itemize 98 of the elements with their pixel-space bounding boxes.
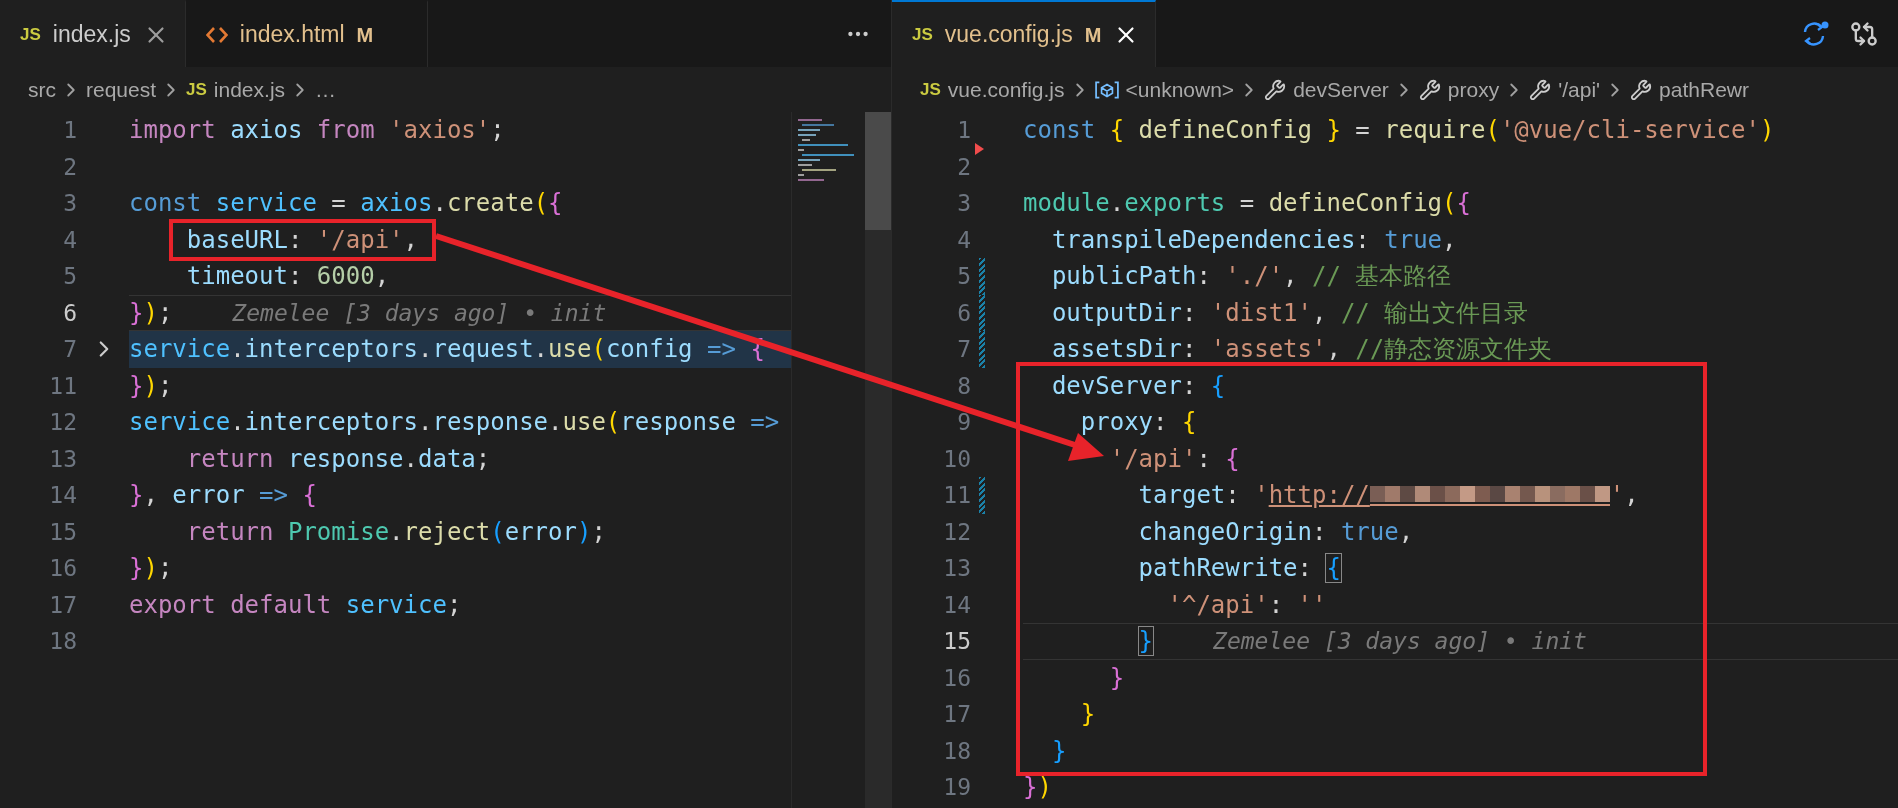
line-number: 10	[942, 444, 971, 474]
code-line: assetsDir: 'assets', //静态资源文件夹	[1051, 335, 1553, 364]
code-line: }	[1051, 736, 1067, 765]
line-number: 15	[48, 517, 77, 547]
line-number: 2	[956, 152, 971, 182]
breadcrumb-item[interactable]: pathRewr	[1630, 73, 1749, 106]
line-number: 1	[62, 116, 77, 145]
code-line: publicPath: './', // 基本路径	[1051, 262, 1452, 291]
code-line: }	[1138, 627, 1154, 656]
code-line: baseURL: '/api',	[186, 225, 418, 254]
change-marker	[979, 477, 985, 514]
line-number: 16	[942, 663, 971, 693]
code-line: '^/api': ''	[1167, 590, 1327, 619]
deleted-marker-icon	[975, 142, 984, 155]
line-number: 5	[62, 262, 77, 291]
line-number: 16	[48, 554, 77, 583]
breadcrumb-item[interactable]: JS vue.config.js	[920, 73, 1065, 106]
line-number: 12	[942, 517, 971, 547]
breadcrumb-item[interactable]: …	[315, 73, 337, 106]
line-number: 2	[62, 152, 77, 182]
line-number: 11	[942, 481, 971, 510]
line-number: 3	[956, 189, 971, 218]
code-line: '/api': {	[1109, 444, 1240, 473]
blame-annotation: Zemelee [3 days ago] • init	[232, 298, 607, 327]
breadcrumb-item[interactable]: <unknown>	[1094, 73, 1235, 106]
js-file-icon: JS	[920, 81, 941, 98]
line-number: 15	[942, 627, 971, 656]
code-line: import axios from 'axios';	[129, 116, 505, 145]
line-number: 12	[48, 408, 77, 437]
line-number: 13	[942, 554, 971, 583]
code-line: });	[129, 371, 173, 400]
variable-icon	[1094, 79, 1119, 100]
code-line: pathRewrite: {	[1138, 554, 1341, 583]
code-line: proxy: {	[1080, 408, 1197, 437]
breadcrumb-item[interactable]: src	[28, 73, 56, 106]
code-line: return Promise.reject(error);	[186, 517, 606, 546]
line-number: 5	[956, 262, 971, 291]
code-line: ',	[1609, 481, 1639, 510]
tab-label: vue.config.js	[944, 20, 1073, 50]
line-number: 4	[62, 225, 77, 255]
code-line: module.exports = defineConfig({	[1023, 189, 1471, 218]
modified-indicator-label: M	[356, 22, 374, 48]
code-line: service.interceptors.response.use(response =>	[129, 408, 780, 437]
line-number: 18	[48, 627, 77, 656]
breadcrumb-item[interactable]: devServer	[1264, 73, 1389, 106]
code-line: changeOrigin: true,	[1138, 517, 1414, 546]
code-line: })	[1023, 773, 1052, 802]
breadcrumb-item[interactable]: JS index.js	[186, 73, 286, 106]
tab-label: index.js	[52, 20, 131, 50]
line-number: 9	[956, 408, 971, 437]
line-number: 4	[956, 225, 971, 255]
code-line: }	[1080, 700, 1096, 729]
scrollbar-thumb[interactable]	[865, 112, 891, 230]
line-number: 8	[956, 371, 971, 401]
js-file-icon: JS	[912, 26, 933, 43]
js-file-icon: JS	[186, 81, 207, 98]
code-line: export default service;	[129, 590, 462, 619]
breadcrumb-item[interactable]: request	[86, 73, 157, 106]
editor-tab[interactable]: JS index.js	[0, 0, 186, 67]
line-number: 19	[942, 773, 971, 802]
code-line: }	[1109, 663, 1125, 692]
tab-label: index.html	[239, 20, 345, 50]
line-number: 13	[48, 444, 77, 474]
code-line: });	[129, 554, 173, 583]
line-number: 3	[62, 189, 77, 218]
wrench-icon	[1529, 78, 1552, 101]
blame-annotation: Zemelee [3 days ago] • init	[1213, 627, 1587, 656]
line-number: 14	[48, 481, 77, 510]
editor-tab[interactable]: JS vue.config.js M	[892, 0, 1157, 67]
compare-icon[interactable]	[1850, 19, 1878, 48]
code-line: const { defineConfig } = require('@vue/cli-service')	[1023, 116, 1775, 145]
line-number: 11	[48, 371, 77, 401]
code-line: target: 'http://	[1138, 481, 1370, 510]
wrench-icon	[1418, 78, 1441, 101]
code-line: timeout: 6000,	[186, 262, 390, 291]
breadcrumb-item[interactable]: '/api'	[1529, 73, 1601, 106]
code-line: const service = axios.create({	[129, 189, 563, 218]
line-number: 14	[942, 590, 971, 620]
wrench-icon	[1264, 78, 1287, 101]
line-number: 17	[942, 700, 971, 729]
modified-indicator-label: M	[1084, 22, 1102, 48]
code-line: }, error => {	[129, 481, 317, 510]
code-line: outputDir: 'dist1', // 输出文件目录	[1051, 298, 1529, 327]
code-line: });	[129, 298, 173, 327]
line-number: 17	[48, 590, 77, 620]
code-line: transpileDependencies: true,	[1051, 225, 1457, 254]
code-line: devServer: {	[1051, 371, 1226, 400]
js-file-icon: JS	[20, 26, 41, 43]
code-brackets-icon	[205, 25, 228, 44]
line-number: 7	[956, 335, 971, 364]
wrench-icon	[1630, 78, 1653, 101]
line-number: 6	[956, 298, 971, 328]
line-number: 7	[62, 335, 77, 364]
code-line: return response.data;	[186, 444, 491, 473]
line-number: 6	[62, 298, 77, 328]
line-number: 1	[956, 116, 971, 145]
breadcrumb-item[interactable]: proxy	[1418, 73, 1500, 106]
line-number: 18	[942, 736, 971, 766]
